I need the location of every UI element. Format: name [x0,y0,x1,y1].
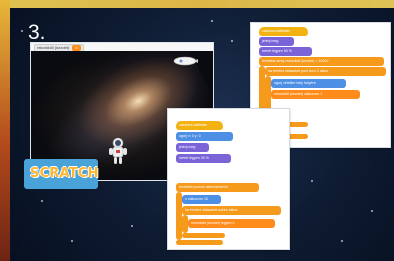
if-touching-block[interactable]: ha érinted választott pont ikon 3 akkor [265,67,386,76]
repeat-end [176,240,223,245]
left-edge-decoration [0,0,10,261]
set-variable-block[interactable]: rekordidő (kezdet) legyen 0 [188,219,275,228]
change-x-block[interactable]: x változzon 10 [182,195,221,204]
when-flag-clicked-block[interactable]: zászlóra kattintás [259,27,308,36]
go-to-random-block[interactable]: ugorj véletlen hely helyére [271,79,346,88]
when-flag-clicked-block[interactable]: zászlóra kattintás [176,121,223,130]
top-edge-decoration [10,0,394,8]
variable-monitor-label: rekordidő (kezdet) [37,45,70,50]
repeat-block[interactable]: ismételd pozíció lekeresésével [176,183,259,192]
repeat-until-block[interactable]: ismételd amíg rekordidő (kezdet) < 10000 [259,57,384,66]
stage-header: rekordidő (kezdet) 0 [31,43,213,52]
scratch-logo-text: SCRATCH [30,166,99,181]
if-end [182,233,225,238]
if-touching-edge-block[interactable]: ha érinted választott szélre akkor [182,206,281,215]
code-panel-left[interactable]: zászlóra kattintás ugorj x: 0 y: 0 jelen… [167,108,290,250]
set-size-block[interactable]: méret legyen 30 % [176,154,231,163]
astronaut-sprite[interactable] [107,137,129,165]
scratch-logo: SCRATCH [24,159,98,189]
show-block[interactable]: jelenj meg [259,37,294,46]
change-variable-block[interactable]: rekordidő (kezdet) változzon 1 [271,90,360,99]
set-size-block[interactable]: méret legyen 50 % [259,47,312,56]
show-block[interactable]: jelenj meg [176,143,209,152]
step-number: 3. [28,21,46,44]
go-to-xy-block[interactable]: ugorj x: 0 y: 0 [176,132,233,141]
rocket-sprite[interactable] [172,55,198,67]
